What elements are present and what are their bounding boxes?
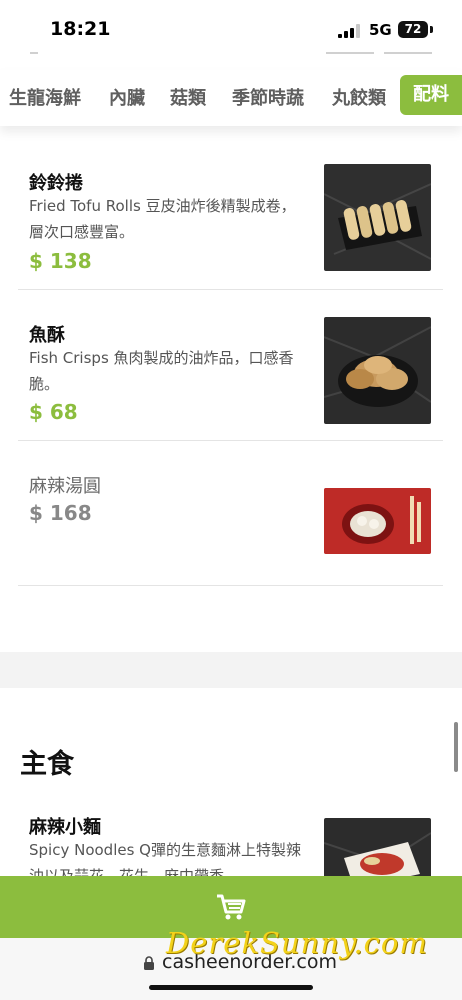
item-photo [324,488,431,554]
shopping-cart-icon [217,894,246,920]
item-name: 鈴鈴捲 [29,173,83,194]
cellular-signal-icon [338,24,360,38]
item-description: Spicy Noodles Q彈的生意麵淋上特製辣油以及蒜花、花生，麻中帶香 [29,841,301,876]
lock-icon [144,956,154,970]
item-name: 麻辣湯圓 [29,476,101,497]
spicy-noodles-photo [324,818,431,876]
item-price: $ 68 [29,400,78,424]
spicy-tangyuan-poster [324,488,431,554]
category-tab-bar: 生龍海鮮 內臟 菇類 季節時蔬 丸餃類 配料 [0,70,462,126]
item-photo [324,317,431,424]
tab-sides-active[interactable]: 配料 [400,75,462,115]
item-name: 麻辣小麵 [29,817,101,838]
status-time: 18:21 [50,18,111,40]
item-name: 魚酥 [29,325,65,346]
tofu-rolls-photo [324,164,431,271]
battery-icon: 72 [398,21,428,38]
tab-balls-dumplings[interactable]: 丸餃類 [332,84,386,110]
battery-level: 72 [404,22,422,36]
fish-crisps-photo [324,317,431,424]
scrolled-content-edge [0,46,462,56]
scrollbar[interactable] [454,722,458,772]
network-label: 5G [369,21,392,39]
item-description: Fish Crisps 魚肉製成的油炸品，口感香脆。 [29,349,294,393]
item-price: $ 168 [29,501,92,525]
watermark-text: DerekSunny.com [166,926,428,960]
item-price: $ 138 [29,249,92,273]
item-description: Fried Tofu Rolls 豆皮油炸後精製成卷，層次口感豐富。 [29,197,296,241]
battery-tip [430,26,433,33]
menu-item-spicy-glutinous-balls[interactable]: 麻辣湯圓 $ 168 [18,441,443,586]
menu-item-fish-crisps[interactable]: 魚酥 Fish Crisps 魚肉製成的油炸品，口感香脆。 $ 68 [18,290,443,441]
home-indicator[interactable] [149,985,313,990]
tab-seafood[interactable]: 生龍海鮮 [9,84,81,110]
tab-offal[interactable]: 內臟 [109,84,145,110]
tab-seasonal-vegetables[interactable]: 季節時蔬 [232,84,304,110]
tab-mushrooms[interactable]: 菇類 [170,84,206,110]
item-photo [324,818,431,876]
item-photo [324,164,431,271]
section-title-main-dishes: 主食 [20,749,74,780]
menu-item-spicy-noodles[interactable]: 麻辣小麵 Spicy Noodles Q彈的生意麵淋上特製辣油以及蒜花、花生，麻… [18,795,443,876]
menu-item-fried-tofu-rolls[interactable]: 鈴鈴捲 Fried Tofu Rolls 豆皮油炸後精製成卷，層次口感豐富。 $… [18,150,443,290]
section-divider [0,652,462,688]
